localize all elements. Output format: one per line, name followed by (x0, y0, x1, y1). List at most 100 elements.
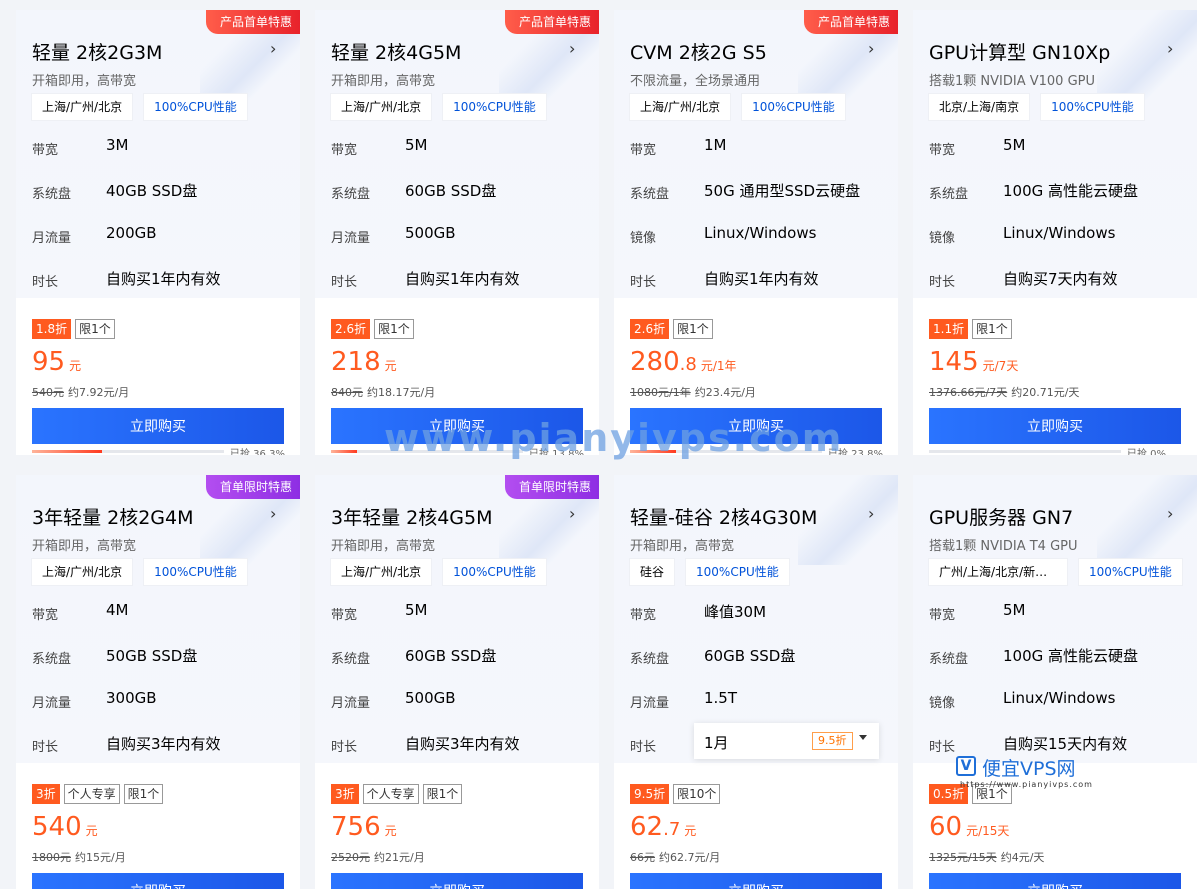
price: 145 元/7天 (929, 347, 1018, 377)
buy-now-button[interactable]: 立即购买 (630, 873, 882, 889)
cpu-tag: 100%CPU性能 (1079, 559, 1182, 585)
product-title[interactable]: 轻量 2核4G5M (331, 38, 569, 65)
spec-label: 镜像 (929, 231, 956, 246)
spec-label: 系统盘 (331, 652, 371, 667)
product-card[interactable]: 产品首单特惠 CVM 2核2G S5 › 不限流量，全场景通用 上海/广州/北京 100%… (614, 10, 898, 455)
buy-now-button[interactable]: 立即购买 (331, 873, 583, 889)
product-title[interactable]: GPU计算型 GN10Xp (929, 38, 1167, 65)
price-note: 约15元/月 (75, 851, 126, 864)
spec-value: Linux/Windows (1003, 689, 1116, 707)
spec-row: 时长 自购买1年内有效 (331, 268, 583, 290)
spec-label: 带宽 (331, 143, 358, 158)
product-card[interactable]: 产品首单特惠 轻量 2核2G3M › 开箱即用，高带宽 上海/广州/北京 100%CPU性… (16, 10, 300, 455)
spec-row: 带宽 5M (331, 136, 583, 158)
buy-now-button[interactable]: 立即购买 (929, 873, 1181, 889)
spec-label: 系统盘 (32, 187, 72, 202)
spec-value: 5M (405, 136, 428, 154)
discount-badge: 1.1折 (929, 319, 969, 339)
product-card[interactable]: 首单限时特惠 3年轻量 2核2G4M › 开箱即用，高带宽 上海/广州/北京 100%CP… (16, 475, 300, 889)
price: 280.8 元/1年 (630, 347, 737, 377)
original-price-line: 1080元/1年 约23.4元/月 (630, 384, 756, 400)
sold-progress-text: 已抢 13.8% (529, 449, 584, 455)
original-price-line: 2520元 约21元/月 (331, 849, 425, 865)
product-subtitle: 开箱即用，高带宽 (32, 74, 137, 89)
promo-badge: 产品首单特惠 (504, 10, 599, 34)
spec-label: 月流量 (32, 231, 72, 246)
price: 95 元 (32, 347, 81, 377)
product-title[interactable]: GPU服务器 GN7 (929, 503, 1167, 530)
discount-badge: 3折 (331, 784, 359, 804)
price-unit: 元/1年 (700, 359, 737, 373)
spec-label: 时长 (630, 740, 657, 755)
spec-value: 自购买3年内有效 (405, 735, 520, 753)
spec-label: 月流量 (331, 231, 371, 246)
product-card[interactable]: GPU计算型 GN10Xp › 搭载1颗 NVIDIA V100 GPU 北京/上海/… (913, 10, 1197, 455)
price-note: 约21元/月 (374, 851, 425, 864)
buy-now-button[interactable]: 立即购买 (32, 873, 284, 889)
region-tag: 硅谷 (630, 559, 675, 585)
price-integer: 280 (630, 347, 680, 377)
spec-value: 50GB SSD盘 (106, 647, 198, 665)
sold-progress-text: 已抢 23.8% (828, 449, 883, 455)
spec-row: 月流量 200GB (32, 224, 284, 246)
sold-progress-text: 已抢 36.3% (230, 449, 285, 455)
original-price-line: 840元 约18.17元/月 (331, 384, 435, 400)
price: 756 元 (331, 812, 397, 842)
chevron-right-icon[interactable]: › (569, 506, 579, 522)
spec-value: 100G 高性能云硬盘 (1003, 182, 1139, 200)
spec-row: 系统盘 60GB SSD盘 (630, 645, 882, 667)
limit-badge: 限10个 (673, 784, 721, 804)
sold-progress-bar (331, 450, 523, 453)
chevron-right-icon[interactable]: › (569, 41, 579, 57)
region-tag: 上海/广州/北京 (630, 94, 731, 120)
chevron-right-icon[interactable]: › (868, 41, 878, 57)
spec-row: 系统盘 50GB SSD盘 (32, 645, 284, 667)
spec-value: 5M (1003, 136, 1026, 154)
spec-label: 带宽 (331, 608, 358, 623)
buy-now-button[interactable]: 立即购买 (630, 408, 882, 444)
spec-label: 带宽 (32, 143, 59, 158)
spec-row: 时长 自购买15天内有效 (929, 733, 1181, 755)
buy-now-button[interactable]: 立即购买 (331, 408, 583, 444)
chevron-right-icon[interactable]: › (868, 506, 878, 522)
product-title[interactable]: 轻量-硅谷 2核4G30M (630, 503, 868, 530)
spec-label: 时长 (32, 740, 59, 755)
spec-value: 500GB (405, 689, 456, 707)
product-card[interactable]: 首单限时特惠 3年轻量 2核4G5M › 开箱即用，高带宽 上海/广州/北京 100%CP… (315, 475, 599, 889)
product-card[interactable]: 产品首单特惠 轻量 2核4G5M › 开箱即用，高带宽 上海/广州/北京 100%CPU性… (315, 10, 599, 455)
chevron-right-icon[interactable]: › (1167, 41, 1177, 57)
spec-label: 系统盘 (630, 652, 670, 667)
product-card[interactable]: 轻量-硅谷 2核4G30M › 开箱即用，高带宽 硅谷 100%CPU性能 带宽 峰值30M… (614, 475, 898, 889)
buy-now-button[interactable]: 立即购买 (32, 408, 284, 444)
chevron-right-icon[interactable]: › (1167, 506, 1177, 522)
product-title[interactable]: 轻量 2核2G3M (32, 38, 270, 65)
spec-label: 系统盘 (929, 652, 969, 667)
original-price: 1325元/15天 (929, 851, 997, 864)
spec-label: 时长 (929, 740, 956, 755)
duration-select[interactable]: 1月 9.5折 (694, 723, 879, 759)
chevron-right-icon[interactable]: › (270, 41, 280, 57)
chevron-right-icon[interactable]: › (270, 506, 280, 522)
discount-badge: 3折 (32, 784, 60, 804)
spec-label: 时长 (929, 275, 956, 290)
product-subtitle: 搭载1颗 NVIDIA T4 GPU (929, 539, 1078, 554)
spec-value: 50G 通用型SSD云硬盘 (704, 182, 861, 200)
spec-row: 带宽 峰值30M (630, 601, 882, 623)
spec-row: 带宽 5M (331, 601, 583, 623)
price-unit: 元 (384, 359, 397, 373)
price-note: 约62.7元/月 (659, 851, 721, 864)
product-title[interactable]: CVM 2核2G S5 (630, 38, 868, 65)
spec-row: 月流量 500GB (331, 689, 583, 711)
spec-value: 60GB SSD盘 (704, 647, 796, 665)
caret-down-icon (859, 735, 867, 740)
product-card[interactable]: GPU服务器 GN7 › 搭载1颗 NVIDIA T4 GPU 广州/上海/北京/新加… (913, 475, 1197, 889)
spec-row: 时长 自购买3年内有效 (32, 733, 284, 755)
product-title[interactable]: 3年轻量 2核2G4M (32, 503, 270, 530)
spec-label: 带宽 (630, 143, 657, 158)
product-title[interactable]: 3年轻量 2核4G5M (331, 503, 569, 530)
limit-badge: 限1个 (972, 319, 1012, 339)
buy-now-button[interactable]: 立即购买 (929, 408, 1181, 444)
spec-row: 镜像 Linux/Windows (929, 689, 1181, 711)
original-price-line: 1376.66元/7天 约20.71元/天 (929, 384, 1079, 400)
duration-value: 1月 (704, 734, 729, 752)
